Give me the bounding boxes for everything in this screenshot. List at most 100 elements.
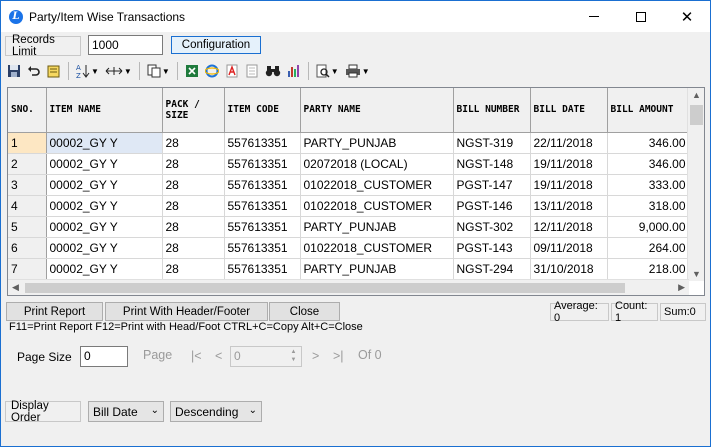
row-number[interactable]: 4 (8, 195, 47, 217)
party-name-cell[interactable]: 01022018_CUSTOMER (300, 195, 454, 217)
close-window-button[interactable]: ✕ (664, 1, 710, 32)
column-header-pack-size[interactable]: PACK / SIZE (162, 88, 225, 133)
last-page-button[interactable]: >| (333, 349, 344, 363)
bill-number-cell[interactable]: PGST-147 (453, 174, 531, 196)
vertical-scrollbar[interactable]: ▲ ▼ (687, 88, 704, 281)
pdf-icon[interactable] (223, 61, 241, 81)
bill-date-cell[interactable]: 12/11/2018 (530, 216, 608, 238)
records-limit-input[interactable]: 1000 (88, 35, 163, 55)
item-name-cell[interactable]: 00002_GY Y (46, 174, 163, 196)
bill-number-cell[interactable]: NGST-302 (453, 216, 531, 238)
pack-size-cell[interactable]: 28 (162, 195, 225, 217)
bill-amount-cell[interactable]: 346.00 (607, 132, 690, 154)
transactions-grid[interactable]: SNO. ITEM NAME PACK / SIZE ITEM CODE PAR… (7, 87, 705, 296)
item-name-cell[interactable]: 00002_GY Y (46, 258, 163, 280)
pack-size-cell[interactable]: 28 (162, 216, 225, 238)
binoculars-icon[interactable] (263, 61, 283, 81)
document-icon[interactable] (243, 61, 261, 81)
item-code-cell[interactable]: 557613351 (224, 132, 301, 154)
bill-number-cell[interactable]: PGST-143 (453, 237, 531, 259)
column-header-item-code[interactable]: ITEM CODE (224, 88, 301, 133)
table-row[interactable]: 1 00002_GY Y 28 557613351 PARTY_PUNJAB N… (8, 132, 690, 154)
bill-amount-cell[interactable]: 218.00 (607, 258, 690, 280)
printer-icon[interactable]: ▼ (343, 61, 372, 81)
print-preview-icon[interactable]: ▼ (314, 61, 341, 81)
bill-date-cell[interactable]: 19/11/2018 (530, 174, 608, 196)
item-code-cell[interactable]: 557613351 (224, 195, 301, 217)
table-row[interactable]: 2 00002_GY Y 28 557613351 02072018 (LOCA… (8, 153, 690, 175)
bill-amount-cell[interactable]: 318.00 (607, 195, 690, 217)
sort-field-select[interactable]: Bill Date ⌄ (88, 401, 164, 422)
party-name-cell[interactable]: PARTY_PUNJAB (300, 216, 454, 238)
pack-size-cell[interactable]: 28 (162, 174, 225, 196)
item-code-cell[interactable]: 557613351 (224, 237, 301, 259)
bill-amount-cell[interactable]: 333.00 (607, 174, 690, 196)
sort-direction-select[interactable]: Descending ⌄ (170, 401, 262, 422)
table-row[interactable]: 5 00002_GY Y 28 557613351 PARTY_PUNJAB N… (8, 216, 690, 238)
bill-date-cell[interactable]: 22/11/2018 (530, 132, 608, 154)
column-header-bill-amount[interactable]: BILL AMOUNT (607, 88, 690, 133)
bill-date-cell[interactable]: 13/11/2018 (530, 195, 608, 217)
table-row[interactable]: 7 00002_GY Y 28 557613351 PARTY_PUNJAB N… (8, 258, 690, 280)
print-report-button[interactable]: Print Report (6, 302, 103, 321)
item-name-cell[interactable]: 00002_GY Y (46, 216, 163, 238)
scroll-down-icon[interactable]: ▼ (692, 269, 701, 279)
item-name-cell[interactable]: 00002_GY Y (46, 237, 163, 259)
party-name-cell[interactable]: 02072018 (LOCAL) (300, 153, 454, 175)
bar-chart-icon[interactable] (285, 61, 303, 81)
row-number[interactable]: 6 (8, 237, 47, 259)
column-header-sno[interactable]: SNO. (8, 88, 47, 133)
item-name-cell[interactable]: 00002_GY Y (46, 153, 163, 175)
bill-number-cell[interactable]: NGST-294 (453, 258, 531, 280)
pack-size-cell[interactable]: 28 (162, 237, 225, 259)
item-name-cell[interactable]: 00002_GY Y (46, 195, 163, 217)
copy-icon[interactable]: ▼ (145, 61, 172, 81)
item-code-cell[interactable]: 557613351 (224, 258, 301, 280)
save-icon[interactable] (5, 61, 23, 81)
next-page-button[interactable]: > (312, 349, 319, 363)
row-number[interactable]: 7 (8, 258, 47, 280)
bill-date-cell[interactable]: 19/11/2018 (530, 153, 608, 175)
close-button[interactable]: Close (269, 302, 340, 321)
item-code-cell[interactable]: 557613351 (224, 153, 301, 175)
minimize-button[interactable] (571, 1, 617, 32)
row-number[interactable]: 1 (8, 132, 47, 154)
page-spinner-icon[interactable]: ▲ ▼ (287, 348, 300, 365)
previous-page-button[interactable]: < (215, 349, 222, 363)
table-row[interactable]: 6 00002_GY Y 28 557613351 01022018_CUSTO… (8, 237, 690, 259)
bill-number-cell[interactable]: NGST-148 (453, 153, 531, 175)
pack-size-cell[interactable]: 28 (162, 132, 225, 154)
column-header-item-name[interactable]: ITEM NAME (46, 88, 163, 133)
party-name-cell[interactable]: PARTY_PUNJAB (300, 132, 454, 154)
item-name-cell[interactable]: 00002_GY Y (46, 132, 163, 154)
excel-icon[interactable] (183, 61, 201, 81)
sort-az-icon[interactable]: A Z ▼ (74, 61, 101, 81)
party-name-cell[interactable]: 01022018_CUSTOMER (300, 174, 454, 196)
row-number[interactable]: 2 (8, 153, 47, 175)
scroll-up-icon[interactable]: ▲ (692, 90, 701, 100)
page-number-input[interactable]: 0 ▲ ▼ (230, 346, 302, 367)
horizontal-scroll-thumb[interactable] (25, 283, 625, 293)
column-header-bill-number[interactable]: BILL NUMBER (453, 88, 531, 133)
vertical-scroll-thumb[interactable] (690, 105, 703, 125)
row-number[interactable]: 5 (8, 216, 47, 238)
party-name-cell[interactable]: PARTY_PUNJAB (300, 258, 454, 280)
configuration-button[interactable]: Configuration (171, 36, 261, 54)
note-icon[interactable] (45, 61, 63, 81)
item-code-cell[interactable]: 557613351 (224, 174, 301, 196)
expand-columns-icon[interactable]: ▼ (103, 61, 134, 81)
column-header-party-name[interactable]: PARTY NAME (300, 88, 454, 133)
bill-amount-cell[interactable]: 264.00 (607, 237, 690, 259)
bill-number-cell[interactable]: NGST-319 (453, 132, 531, 154)
first-page-button[interactable]: |< (191, 349, 202, 363)
internet-explorer-icon[interactable] (203, 61, 221, 81)
print-with-header-footer-button[interactable]: Print With Header/Footer (105, 302, 268, 321)
column-header-bill-date[interactable]: BILL DATE (530, 88, 608, 133)
party-name-cell[interactable]: 01022018_CUSTOMER (300, 237, 454, 259)
table-row[interactable]: 3 00002_GY Y 28 557613351 01022018_CUSTO… (8, 174, 690, 196)
maximize-button[interactable] (618, 1, 664, 32)
undo-icon[interactable] (25, 61, 43, 81)
scroll-right-icon[interactable]: ▶ (678, 282, 685, 293)
horizontal-scrollbar[interactable]: ◀ ▶ (8, 279, 689, 295)
pack-size-cell[interactable]: 28 (162, 153, 225, 175)
